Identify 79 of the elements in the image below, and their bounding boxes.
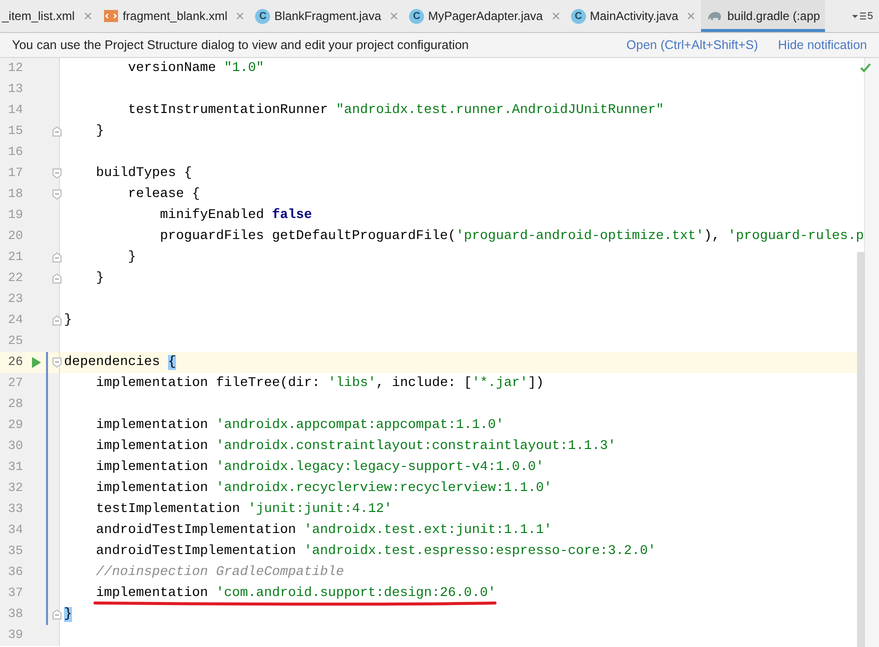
notification-link[interactable]: Open (Ctrl+Alt+Shift+S)	[626, 38, 758, 52]
line-number: 25	[8, 333, 24, 350]
xml-file-icon	[102, 8, 119, 24]
list-icon	[852, 11, 866, 21]
line-number: 21	[8, 249, 24, 266]
code-line: }	[94, 123, 104, 141]
code-line: dependencies {	[64, 354, 176, 372]
line-number: 39	[8, 627, 24, 644]
close-icon[interactable]	[235, 11, 246, 21]
line-number: 16	[8, 144, 24, 161]
class-icon: C	[409, 8, 424, 24]
fold-icon[interactable]	[52, 168, 62, 179]
code-line: buildTypes {	[94, 165, 192, 183]
code-line: testImplementation 'junit:junit:4.12'	[94, 501, 392, 519]
line-number: 35	[8, 543, 24, 560]
code-line: androidTestImplementation 'androidx.test.ext:junit:1.1.1'	[94, 522, 552, 540]
code-line: implementation 'androidx.legacy:legacy-support-v4:1.0.0'	[94, 459, 544, 477]
line-number: 29	[8, 417, 24, 434]
code-line: //noinspection GradleCompatible	[94, 564, 344, 582]
line-number: 27	[8, 375, 24, 392]
code-line: }	[64, 312, 72, 330]
fold-icon[interactable]	[52, 189, 62, 200]
close-icon[interactable]	[550, 11, 561, 21]
notification-link[interactable]: Hide notification	[778, 38, 867, 52]
editor-tab[interactable]: build.gradle (:app	[701, 0, 826, 32]
code-line: minifyEnabled false	[158, 207, 312, 225]
code-line: implementation fileTree(dir: 'libs', include: ['*.jar'])	[94, 375, 544, 393]
code-line: testInstrumentationRunner "androidx.test.runner.AndroidJUnitRunner"	[126, 102, 664, 120]
line-number: 37	[8, 585, 24, 602]
line-number: 22	[8, 270, 24, 287]
line-number: 12	[8, 60, 24, 77]
editor-tab[interactable]: C MainActivity.java	[566, 0, 702, 32]
line-number: 19	[8, 207, 24, 224]
line-number: 26	[8, 354, 24, 371]
line-number: 18	[8, 186, 24, 203]
notification-text: You can use the Project Structure dialog to view and edit your project configuration	[12, 38, 470, 52]
run-icon[interactable]	[31, 357, 41, 368]
scrollbar-thumb[interactable]	[857, 252, 865, 647]
tab-overflow-button[interactable]: 5	[846, 0, 879, 32]
line-number: 15	[8, 123, 24, 140]
fold-icon[interactable]	[52, 609, 62, 620]
editor-tab[interactable]: fragment_blank.xml	[98, 0, 250, 32]
line-number: 14	[8, 102, 24, 119]
class-icon: C	[570, 8, 586, 24]
line-number: 38	[8, 606, 24, 623]
editor-tab[interactable]: _item_list.xml	[0, 0, 98, 32]
line-number: 28	[8, 396, 24, 413]
editor-tab[interactable]: C BlankFragment.java	[250, 0, 404, 32]
line-number: 17	[8, 165, 24, 182]
line-number: 24	[8, 312, 24, 329]
line-number: 33	[8, 501, 24, 518]
code-line: versionName "1.0"	[126, 60, 264, 78]
close-icon[interactable]	[686, 11, 696, 21]
code-line: androidTestImplementation 'androidx.test.espresso:espresso-core:3.2.0'	[94, 543, 656, 561]
class-icon: C	[255, 8, 270, 24]
fold-icon[interactable]	[52, 315, 62, 326]
editor-tab[interactable]: C MyPagerAdapter.java	[404, 0, 566, 32]
code-line: }	[126, 249, 136, 267]
close-icon[interactable]	[82, 11, 93, 21]
line-number: 31	[8, 459, 24, 476]
fold-icon[interactable]	[52, 126, 62, 137]
line-number: 32	[8, 480, 24, 497]
line-number: 30	[8, 438, 24, 455]
code-line: release {	[126, 186, 200, 204]
code-line: implementation 'androidx.appcompat:appcompat:1.1.0'	[94, 417, 504, 435]
line-number: 13	[8, 81, 24, 98]
line-number: 36	[8, 564, 24, 581]
fold-icon[interactable]	[52, 252, 62, 263]
code-line: implementation 'com.android.support:design:26.0.0'	[94, 585, 496, 603]
code-line: implementation 'androidx.recyclerview:recyclerview:1.1.0'	[94, 480, 552, 498]
code-line: proguardFiles getDefaultProguardFile('proguard-android-optimize.txt'), 'proguard-rules.p	[158, 228, 864, 246]
line-number: 23	[8, 291, 24, 308]
fold-icon[interactable]	[52, 273, 62, 284]
close-icon[interactable]	[389, 11, 400, 21]
line-number: 20	[8, 228, 24, 245]
code-line: }	[94, 270, 104, 288]
fold-icon[interactable]	[52, 357, 62, 368]
line-number: 34	[8, 522, 24, 539]
code-line: implementation 'androidx.constraintlayout:constraintlayout:1.1.3'	[94, 438, 616, 456]
